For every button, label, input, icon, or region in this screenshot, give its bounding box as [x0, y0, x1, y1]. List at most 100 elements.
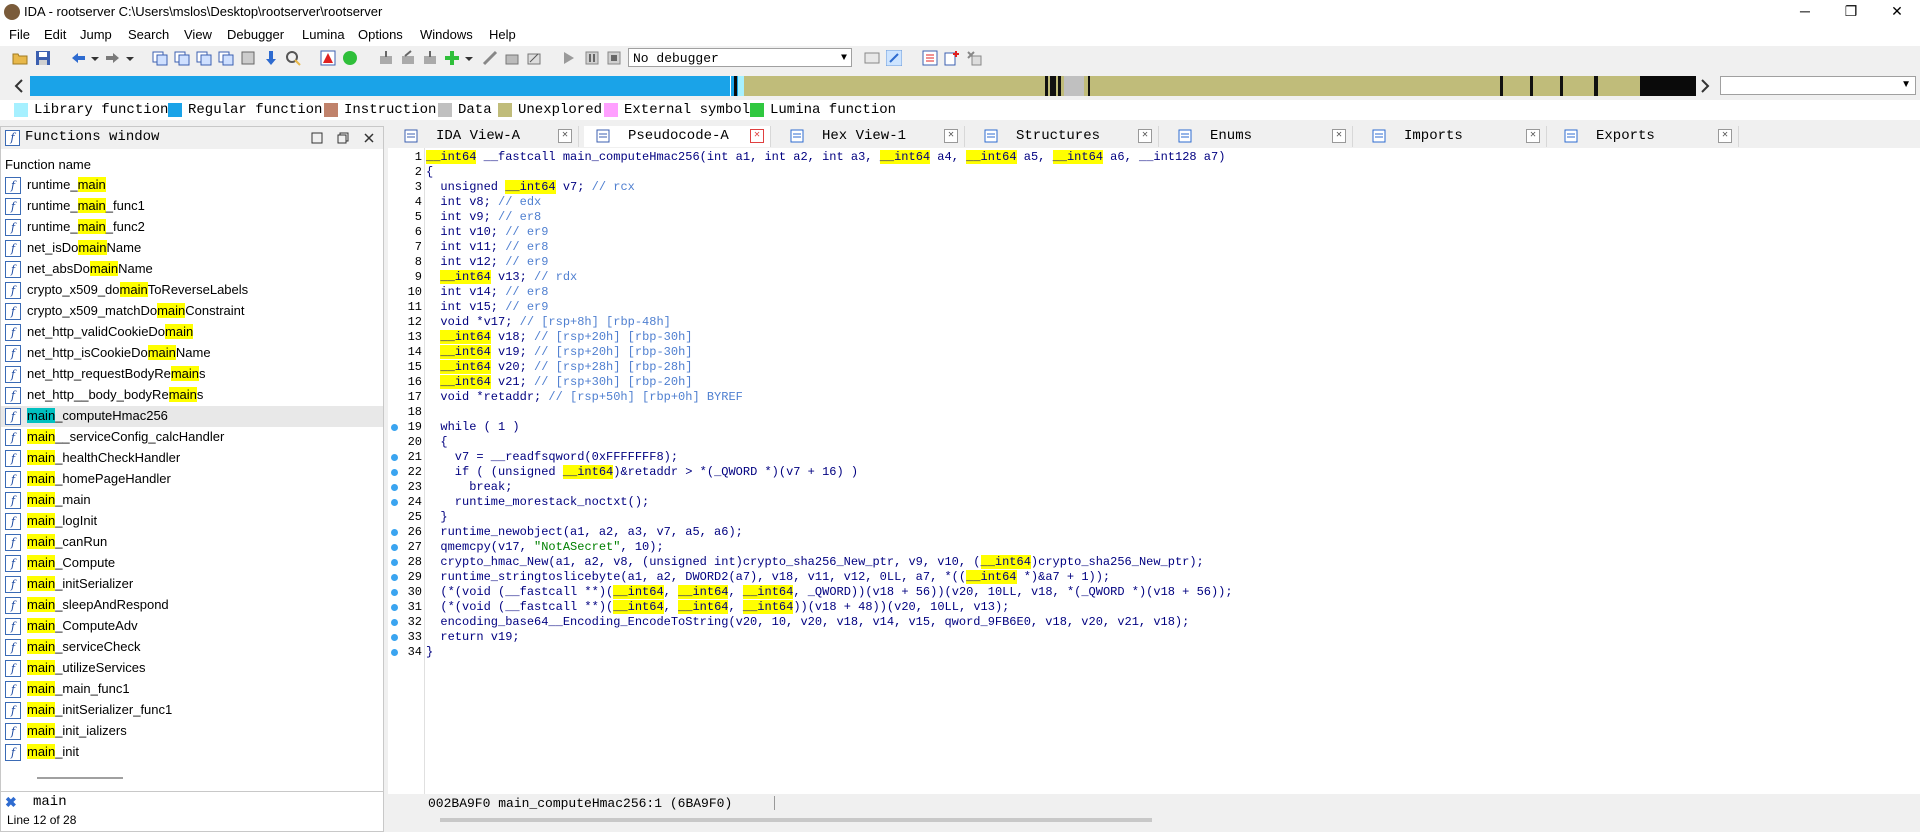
function-list-item[interactable]: f crypto_x509_matchDomainConstraint [1, 301, 383, 322]
breakpoint-dot[interactable] [391, 424, 398, 431]
function-list-item[interactable]: f main_homePageHandler [1, 469, 383, 490]
tab-enums[interactable]: Enums ✕ [1166, 126, 1353, 147]
code-line[interactable]: qmemcpy(v17, "NotASecret", 10); [426, 540, 663, 554]
function-list-item[interactable]: f main_canRun [1, 532, 383, 553]
close-tab-icon[interactable]: ✕ [1332, 129, 1346, 143]
code-line[interactable]: v7 = __readfsqword(0xFFFFFFF8); [426, 450, 678, 464]
function-list-item[interactable]: f main__serviceConfig_calcHandler [1, 427, 383, 448]
breakpoint-dot[interactable] [391, 589, 398, 596]
tool-d-icon[interactable] [482, 50, 498, 66]
code-line[interactable]: int v12; // er9 [426, 255, 548, 269]
stop-icon[interactable] [606, 50, 622, 66]
menu-debugger[interactable]: Debugger [227, 27, 284, 42]
code-line[interactable]: (*(void (__fastcall **)(__int64, __int64… [426, 585, 1233, 599]
horizontal-scrollbar[interactable] [440, 818, 1152, 822]
attach-icon[interactable] [864, 50, 880, 66]
function-list-item[interactable]: f main_serviceCheck [1, 637, 383, 658]
code-line[interactable]: while ( 1 ) [426, 420, 519, 434]
code-line[interactable]: { [426, 435, 447, 449]
struct-icon[interactable] [240, 50, 256, 66]
debugger-select[interactable]: No debugger ▼ [628, 48, 852, 67]
menu-options[interactable]: Options [358, 27, 403, 42]
code-line[interactable]: void *retaddr; // [rsp+50h] [rbp+0h] BYR… [426, 390, 742, 404]
breakpoints-list-icon[interactable] [922, 50, 938, 66]
function-list-item[interactable]: f main_main_func1 [1, 679, 383, 700]
code-line[interactable]: __int64 __fastcall main_computeHmac256(i… [426, 150, 1225, 164]
code-line[interactable]: runtime_stringtoslicebyte(a1, a2, DWORD2… [426, 570, 1110, 584]
function-list-item[interactable]: f net_http__body_bodyRemains [1, 385, 383, 406]
menu-view[interactable]: View [184, 27, 212, 42]
function-list-item[interactable]: f net_http_isCookieDomainName [1, 343, 383, 364]
menu-lumina[interactable]: Lumina [302, 27, 345, 42]
tab-exports[interactable]: Exports ✕ [1552, 126, 1739, 147]
code-line[interactable]: __int64 v18; // [rsp+20h] [rbp-30h] [426, 330, 692, 344]
code-line[interactable]: if ( (unsigned __int64)&retaddr > *(_QWO… [426, 465, 858, 479]
tab-imports[interactable]: Imports ✕ [1360, 126, 1547, 147]
tab-hex-view[interactable]: Hex View-1 ✕ [778, 126, 965, 147]
code-line[interactable]: } [426, 645, 433, 659]
hex-text-icon[interactable] [152, 50, 168, 66]
tool-c-icon[interactable] [422, 50, 438, 66]
breakpoint-dot[interactable] [391, 454, 398, 461]
function-list-item[interactable]: f runtime_main_func1 [1, 196, 383, 217]
play-icon[interactable] [560, 50, 576, 66]
function-list-item[interactable]: f main_ComputeAdv [1, 616, 383, 637]
tab-pseudocode[interactable]: Pseudocode-A ✕ [584, 126, 771, 147]
function-list-item[interactable]: f main_initSerializer [1, 574, 383, 595]
close-tab-icon[interactable]: ✕ [1526, 129, 1540, 143]
functions-scrollbar[interactable] [37, 777, 123, 779]
function-list-item[interactable]: f runtime_main [1, 175, 383, 196]
filter-input[interactable]: main [33, 794, 67, 810]
back-dropdown-icon[interactable] [90, 50, 100, 66]
breakpoint-dot[interactable] [391, 634, 398, 641]
tool-e-icon[interactable] [504, 50, 520, 66]
code-line[interactable]: } [426, 510, 447, 524]
breakpoint-dot[interactable] [391, 649, 398, 656]
function-list-item[interactable]: f main_main [1, 490, 383, 511]
code-line[interactable]: runtime_morestack_noctxt(); [426, 495, 649, 509]
code-line[interactable]: (*(void (__fastcall **)(__int64, __int64… [426, 600, 1009, 614]
code-line[interactable]: __int64 v20; // [rsp+28h] [rbp-28h] [426, 360, 692, 374]
close-tab-icon[interactable]: ✕ [1718, 129, 1732, 143]
minimize-button[interactable]: ─ [1782, 0, 1828, 24]
breakpoint-dot[interactable] [391, 499, 398, 506]
function-list-item[interactable]: f net_absDomainName [1, 259, 383, 280]
code-line[interactable]: void *v17; // [rsp+8h] [rbp-48h] [426, 315, 670, 329]
close-tab-icon[interactable]: ✕ [558, 129, 572, 143]
breakpoint-dot[interactable] [391, 544, 398, 551]
segment-icon[interactable] [218, 50, 234, 66]
function-list-item[interactable]: f main_sleepAndRespond [1, 595, 383, 616]
code-line[interactable]: return v19; [426, 630, 519, 644]
save-icon[interactable] [35, 50, 51, 66]
close-tab-icon[interactable]: ✕ [944, 129, 958, 143]
clear-filter-icon[interactable]: ✖ [5, 794, 17, 811]
menu-jump[interactable]: Jump [80, 27, 112, 42]
breakpoint-dot[interactable] [391, 619, 398, 626]
function-list-item[interactable]: f main_computeHmac256 [1, 406, 383, 427]
code-line[interactable]: __int64 v13; // rdx [426, 270, 577, 284]
restore-pane-icon[interactable] [337, 132, 349, 144]
tool-f-icon[interactable] [526, 50, 542, 66]
code-line[interactable]: encoding_base64__Encoding_EncodeToString… [426, 615, 1189, 629]
add-breakpoint-icon[interactable] [944, 50, 960, 66]
close-button[interactable]: ✕ [1874, 0, 1920, 24]
nav-left-icon[interactable] [14, 78, 24, 94]
add-green-icon[interactable] [444, 50, 460, 66]
navigation-strip[interactable] [30, 76, 1696, 96]
code-line[interactable]: { [426, 165, 433, 179]
navigation-combo[interactable]: ▼ [1720, 76, 1916, 95]
pause-icon[interactable] [584, 50, 600, 66]
function-list-item[interactable]: f main_init [1, 742, 383, 763]
breakpoint-dot[interactable] [391, 484, 398, 491]
menu-file[interactable]: File [9, 27, 30, 42]
close-tab-icon[interactable]: ✕ [1138, 129, 1152, 143]
tab-ida-view[interactable]: IDA View-A ✕ [392, 126, 579, 147]
open-file-icon[interactable] [12, 50, 28, 66]
maximize-button[interactable]: ❐ [1828, 0, 1874, 24]
function-list-item[interactable]: f net_http_validCookieDomain [1, 322, 383, 343]
add-dropdown-icon[interactable] [464, 50, 474, 66]
function-list-item[interactable]: f net_http_requestBodyRemains [1, 364, 383, 385]
offset-icon[interactable] [196, 50, 212, 66]
back-icon[interactable] [70, 50, 86, 66]
code-line[interactable]: int v14; // er8 [426, 285, 548, 299]
